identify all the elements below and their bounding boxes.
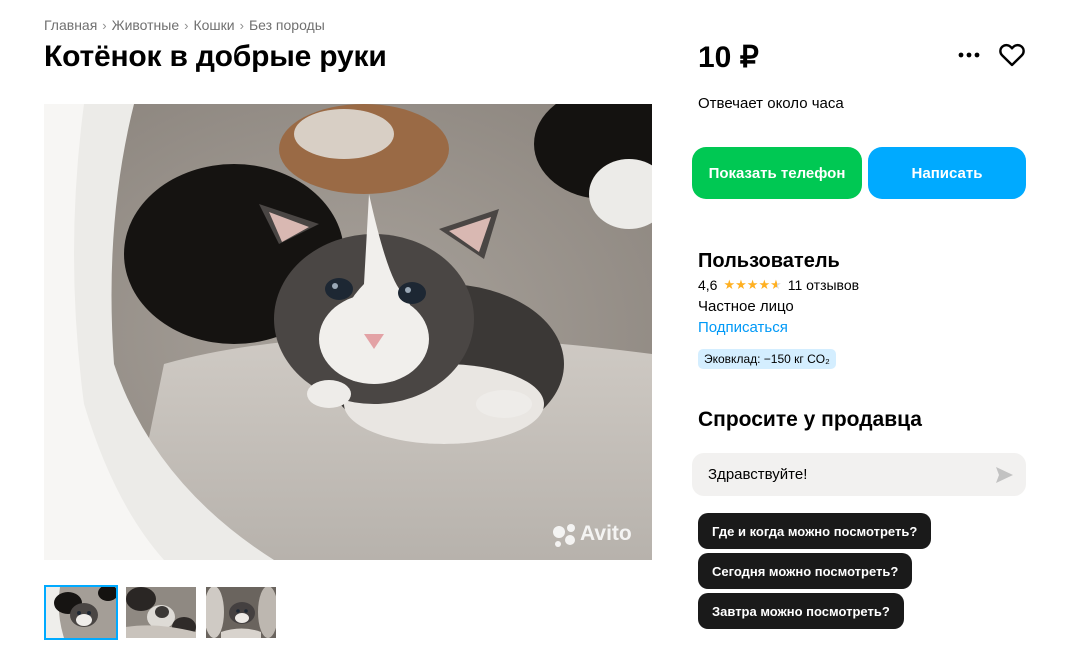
breadcrumb-separator-icon: › [184,17,189,33]
breadcrumb-home[interactable]: Главная [44,17,97,33]
star-icon: ★ [735,277,747,292]
more-options-button[interactable] [955,41,983,69]
favorite-button[interactable] [998,41,1026,69]
suggestion-chip[interactable]: Где и когда можно посмотреть? [698,513,932,549]
thumbnail-2[interactable] [124,585,198,640]
kitten-photo-image [44,104,652,560]
show-phone-button[interactable]: Показать телефон [692,147,862,199]
suggestion-chip[interactable]: Сегодня можно посмотреть? [698,553,913,589]
breadcrumb-separator-icon: › [102,17,107,33]
write-message-button[interactable]: Написать [868,147,1026,199]
eco-contribution-badge[interactable]: Эковклад: −150 кг CO₂ [698,349,836,369]
heart-icon [999,43,1025,67]
rating-stars: ★ ★ ★ ★ ★ [723,278,781,292]
star-icon: ★ [723,277,736,292]
thumbnail-image [46,587,116,638]
rating-value: 4,6 [698,277,718,293]
subscribe-link[interactable]: Подписаться [698,319,788,336]
reviews-link[interactable]: 11 отзывов [788,277,859,293]
seller-name[interactable]: Пользователь [698,250,840,273]
thumbnail-1[interactable] [44,585,118,640]
thumbnail-image [126,587,196,638]
thumbnail-image [206,587,276,638]
message-input-text: Здравствуйте! [708,466,808,483]
star-icon: ★ [758,277,771,292]
main-photo[interactable]: Avito [44,104,652,560]
breadcrumb-separator-icon: › [239,17,244,33]
response-time: Отвечает около часа [698,95,844,112]
send-arrow-icon[interactable] [994,465,1014,485]
breadcrumb-no-breed[interactable]: Без породы [249,17,325,33]
breadcrumb-cats[interactable]: Кошки [193,17,234,33]
star-icon: ★ [746,277,759,292]
avito-watermark: Avito [580,522,632,545]
seller-rating: 4,6 ★ ★ ★ ★ ★ 11 отзывов [698,277,859,293]
thumbnail-3[interactable] [204,585,278,640]
breadcrumb: Главная › Животные › Кошки › Без породы [44,17,325,33]
suggestion-chip[interactable]: Завтра можно посмотреть? [698,593,904,629]
thumbnail-strip [44,585,278,640]
page-title: Котёнок в добрые руки [44,40,387,73]
more-horizontal-icon [958,52,980,58]
seller-type: Частное лицо [698,298,794,315]
half-star-icon: ★ [770,277,782,292]
breadcrumb-animals[interactable]: Животные [112,17,180,33]
ask-seller-title: Спросите у продавца [698,408,922,431]
price: 10 ₽ [698,41,759,74]
message-input[interactable]: Здравствуйте! [692,453,1026,496]
